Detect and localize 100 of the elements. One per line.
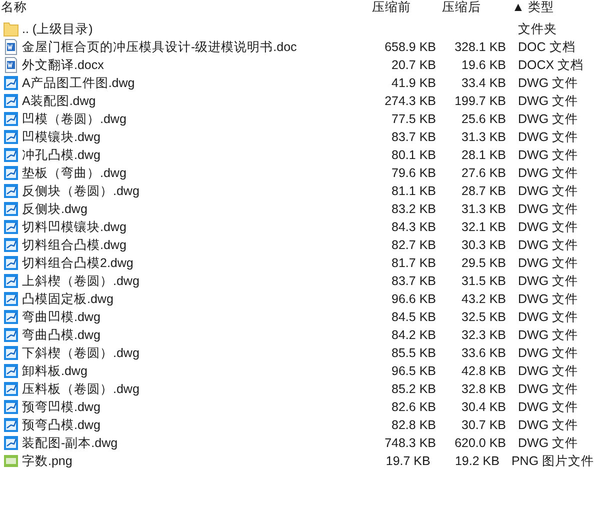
file-name[interactable]: 弯曲凸模.dwg bbox=[22, 326, 100, 344]
file-name[interactable]: 金屋门框合页的冲压模具设计-级进模说明书.doc bbox=[22, 38, 297, 56]
file-type: 文件夹 bbox=[518, 22, 557, 36]
size-after: 32.3 KB bbox=[462, 328, 506, 342]
file-type: DWG 文件 bbox=[518, 436, 578, 450]
size-before: 82.6 KB bbox=[392, 400, 436, 414]
size-before: 41.9 KB bbox=[392, 76, 436, 90]
file-name[interactable]: 压料板（卷圆）.dwg bbox=[22, 380, 140, 398]
file-name[interactable]: 切料凹模镶块.dwg bbox=[22, 218, 126, 236]
size-after: 32.1 KB bbox=[462, 220, 506, 234]
file-type: DWG 文件 bbox=[518, 274, 578, 288]
drawing-file-icon bbox=[3, 255, 19, 271]
file-name[interactable]: 预弯凸模.dwg bbox=[22, 416, 100, 434]
size-before: 79.6 KB bbox=[392, 166, 436, 180]
file-name[interactable]: 凸模固定板.dwg bbox=[22, 290, 114, 308]
size-before: 96.5 KB bbox=[392, 364, 436, 378]
file-name[interactable]: 弯曲凹模.dwg bbox=[22, 308, 100, 326]
size-before: 83.7 KB bbox=[392, 130, 436, 144]
file-name[interactable]: 下斜楔（卷圆）.dwg bbox=[22, 344, 140, 362]
size-before: 83.2 KB bbox=[392, 202, 436, 216]
file-type: DWG 文件 bbox=[518, 76, 578, 90]
drawing-file-icon bbox=[3, 219, 19, 235]
file-type: DWG 文件 bbox=[518, 148, 578, 162]
size-after: 43.2 KB bbox=[462, 292, 506, 306]
file-name[interactable]: 反侧块（卷圆）.dwg bbox=[22, 182, 140, 200]
size-before: 84.2 KB bbox=[392, 328, 436, 342]
folder-icon bbox=[3, 21, 19, 37]
document-icon bbox=[3, 39, 19, 55]
size-before: 96.6 KB bbox=[392, 292, 436, 306]
file-type: DWG 文件 bbox=[518, 94, 578, 108]
file-name[interactable]: A装配图.dwg bbox=[22, 92, 96, 110]
size-before: 83.7 KB bbox=[392, 274, 436, 288]
file-type: DWG 文件 bbox=[518, 220, 578, 234]
file-type: DWG 文件 bbox=[518, 364, 578, 378]
file-name[interactable]: 预弯凹模.dwg bbox=[22, 398, 100, 416]
size-before: 81.1 KB bbox=[392, 184, 436, 198]
size-before: 274.3 KB bbox=[384, 94, 436, 108]
size-after: 31.3 KB bbox=[462, 130, 506, 144]
size-before: 81.7 KB bbox=[392, 256, 436, 270]
column-header[interactable]: ▲ 类型 bbox=[512, 0, 554, 14]
file-name[interactable]: 装配图-副本.dwg bbox=[22, 434, 118, 452]
file-name[interactable]: 凹模镶块.dwg bbox=[22, 128, 100, 146]
file-type: DWG 文件 bbox=[518, 310, 578, 324]
file-type: DOCX 文档 bbox=[518, 58, 584, 72]
file-name[interactable]: 冲孔凸模.dwg bbox=[22, 146, 100, 164]
size-after: 27.6 KB bbox=[462, 166, 506, 180]
document-icon bbox=[3, 57, 19, 73]
column-header[interactable]: 压缩后 bbox=[442, 0, 512, 14]
file-name[interactable]: 外文翻译.docx bbox=[22, 56, 104, 74]
file-name[interactable]: 垫板（弯曲）.dwg bbox=[22, 164, 126, 182]
file-name[interactable]: .. (上级目录) bbox=[22, 20, 93, 38]
file-type: DWG 文件 bbox=[518, 112, 578, 126]
file-name[interactable]: 卸料板.dwg bbox=[22, 362, 88, 380]
drawing-file-icon bbox=[3, 237, 19, 253]
file-name[interactable]: 反侧块.dwg bbox=[22, 200, 88, 218]
drawing-file-icon bbox=[3, 93, 19, 109]
drawing-file-icon bbox=[3, 183, 19, 199]
size-after: 32.8 KB bbox=[462, 382, 506, 396]
file-type: DWG 文件 bbox=[518, 184, 578, 198]
drawing-file-icon bbox=[3, 309, 19, 325]
size-after: 30.4 KB bbox=[462, 400, 506, 414]
file-type: DWG 文件 bbox=[518, 346, 578, 360]
file-name[interactable]: 字数.png bbox=[22, 452, 72, 470]
size-before: 85.5 KB bbox=[392, 346, 436, 360]
size-after: 28.1 KB bbox=[462, 148, 506, 162]
column-header[interactable]: 压缩前 bbox=[372, 0, 442, 14]
file-type: DWG 文件 bbox=[518, 328, 578, 342]
size-after: 25.6 KB bbox=[462, 112, 506, 126]
size-after: 28.7 KB bbox=[462, 184, 506, 198]
file-name[interactable]: 上斜楔（卷圆）.dwg bbox=[22, 272, 140, 290]
drawing-file-icon bbox=[3, 417, 19, 433]
column-header[interactable]: 名称 bbox=[0, 0, 372, 14]
file-type: DWG 文件 bbox=[518, 292, 578, 306]
file-type: DWG 文件 bbox=[518, 256, 578, 270]
size-before: 658.9 KB bbox=[384, 40, 436, 54]
size-before: 77.5 KB bbox=[392, 112, 436, 126]
drawing-file-icon bbox=[3, 273, 19, 289]
file-name[interactable]: 切料组合凸模.dwg bbox=[22, 236, 126, 254]
file-type: DWG 文件 bbox=[518, 202, 578, 216]
drawing-file-icon bbox=[3, 129, 19, 145]
size-after: 328.1 KB bbox=[454, 40, 506, 54]
size-before: 20.7 KB bbox=[392, 58, 436, 72]
file-type: DWG 文件 bbox=[518, 400, 578, 414]
drawing-file-icon bbox=[3, 291, 19, 307]
drawing-file-icon bbox=[3, 165, 19, 181]
size-after: 31.3 KB bbox=[462, 202, 506, 216]
file-name[interactable]: 凹模（卷圆）.dwg bbox=[22, 110, 126, 128]
drawing-file-icon bbox=[3, 363, 19, 379]
file-type: DWG 文件 bbox=[518, 130, 578, 144]
drawing-file-icon bbox=[3, 399, 19, 415]
file-name[interactable]: 切料组合凸模2.dwg bbox=[22, 254, 134, 272]
drawing-file-icon bbox=[3, 201, 19, 217]
drawing-file-icon bbox=[3, 327, 19, 343]
size-before: 84.5 KB bbox=[392, 310, 436, 324]
size-after: 42.8 KB bbox=[462, 364, 506, 378]
file-type: DOC 文档 bbox=[518, 40, 576, 54]
size-after: 30.7 KB bbox=[462, 418, 506, 432]
file-type: DWG 文件 bbox=[518, 418, 578, 432]
file-name[interactable]: A产品图工件图.dwg bbox=[22, 74, 135, 92]
size-after: 620.0 KB bbox=[454, 436, 506, 450]
